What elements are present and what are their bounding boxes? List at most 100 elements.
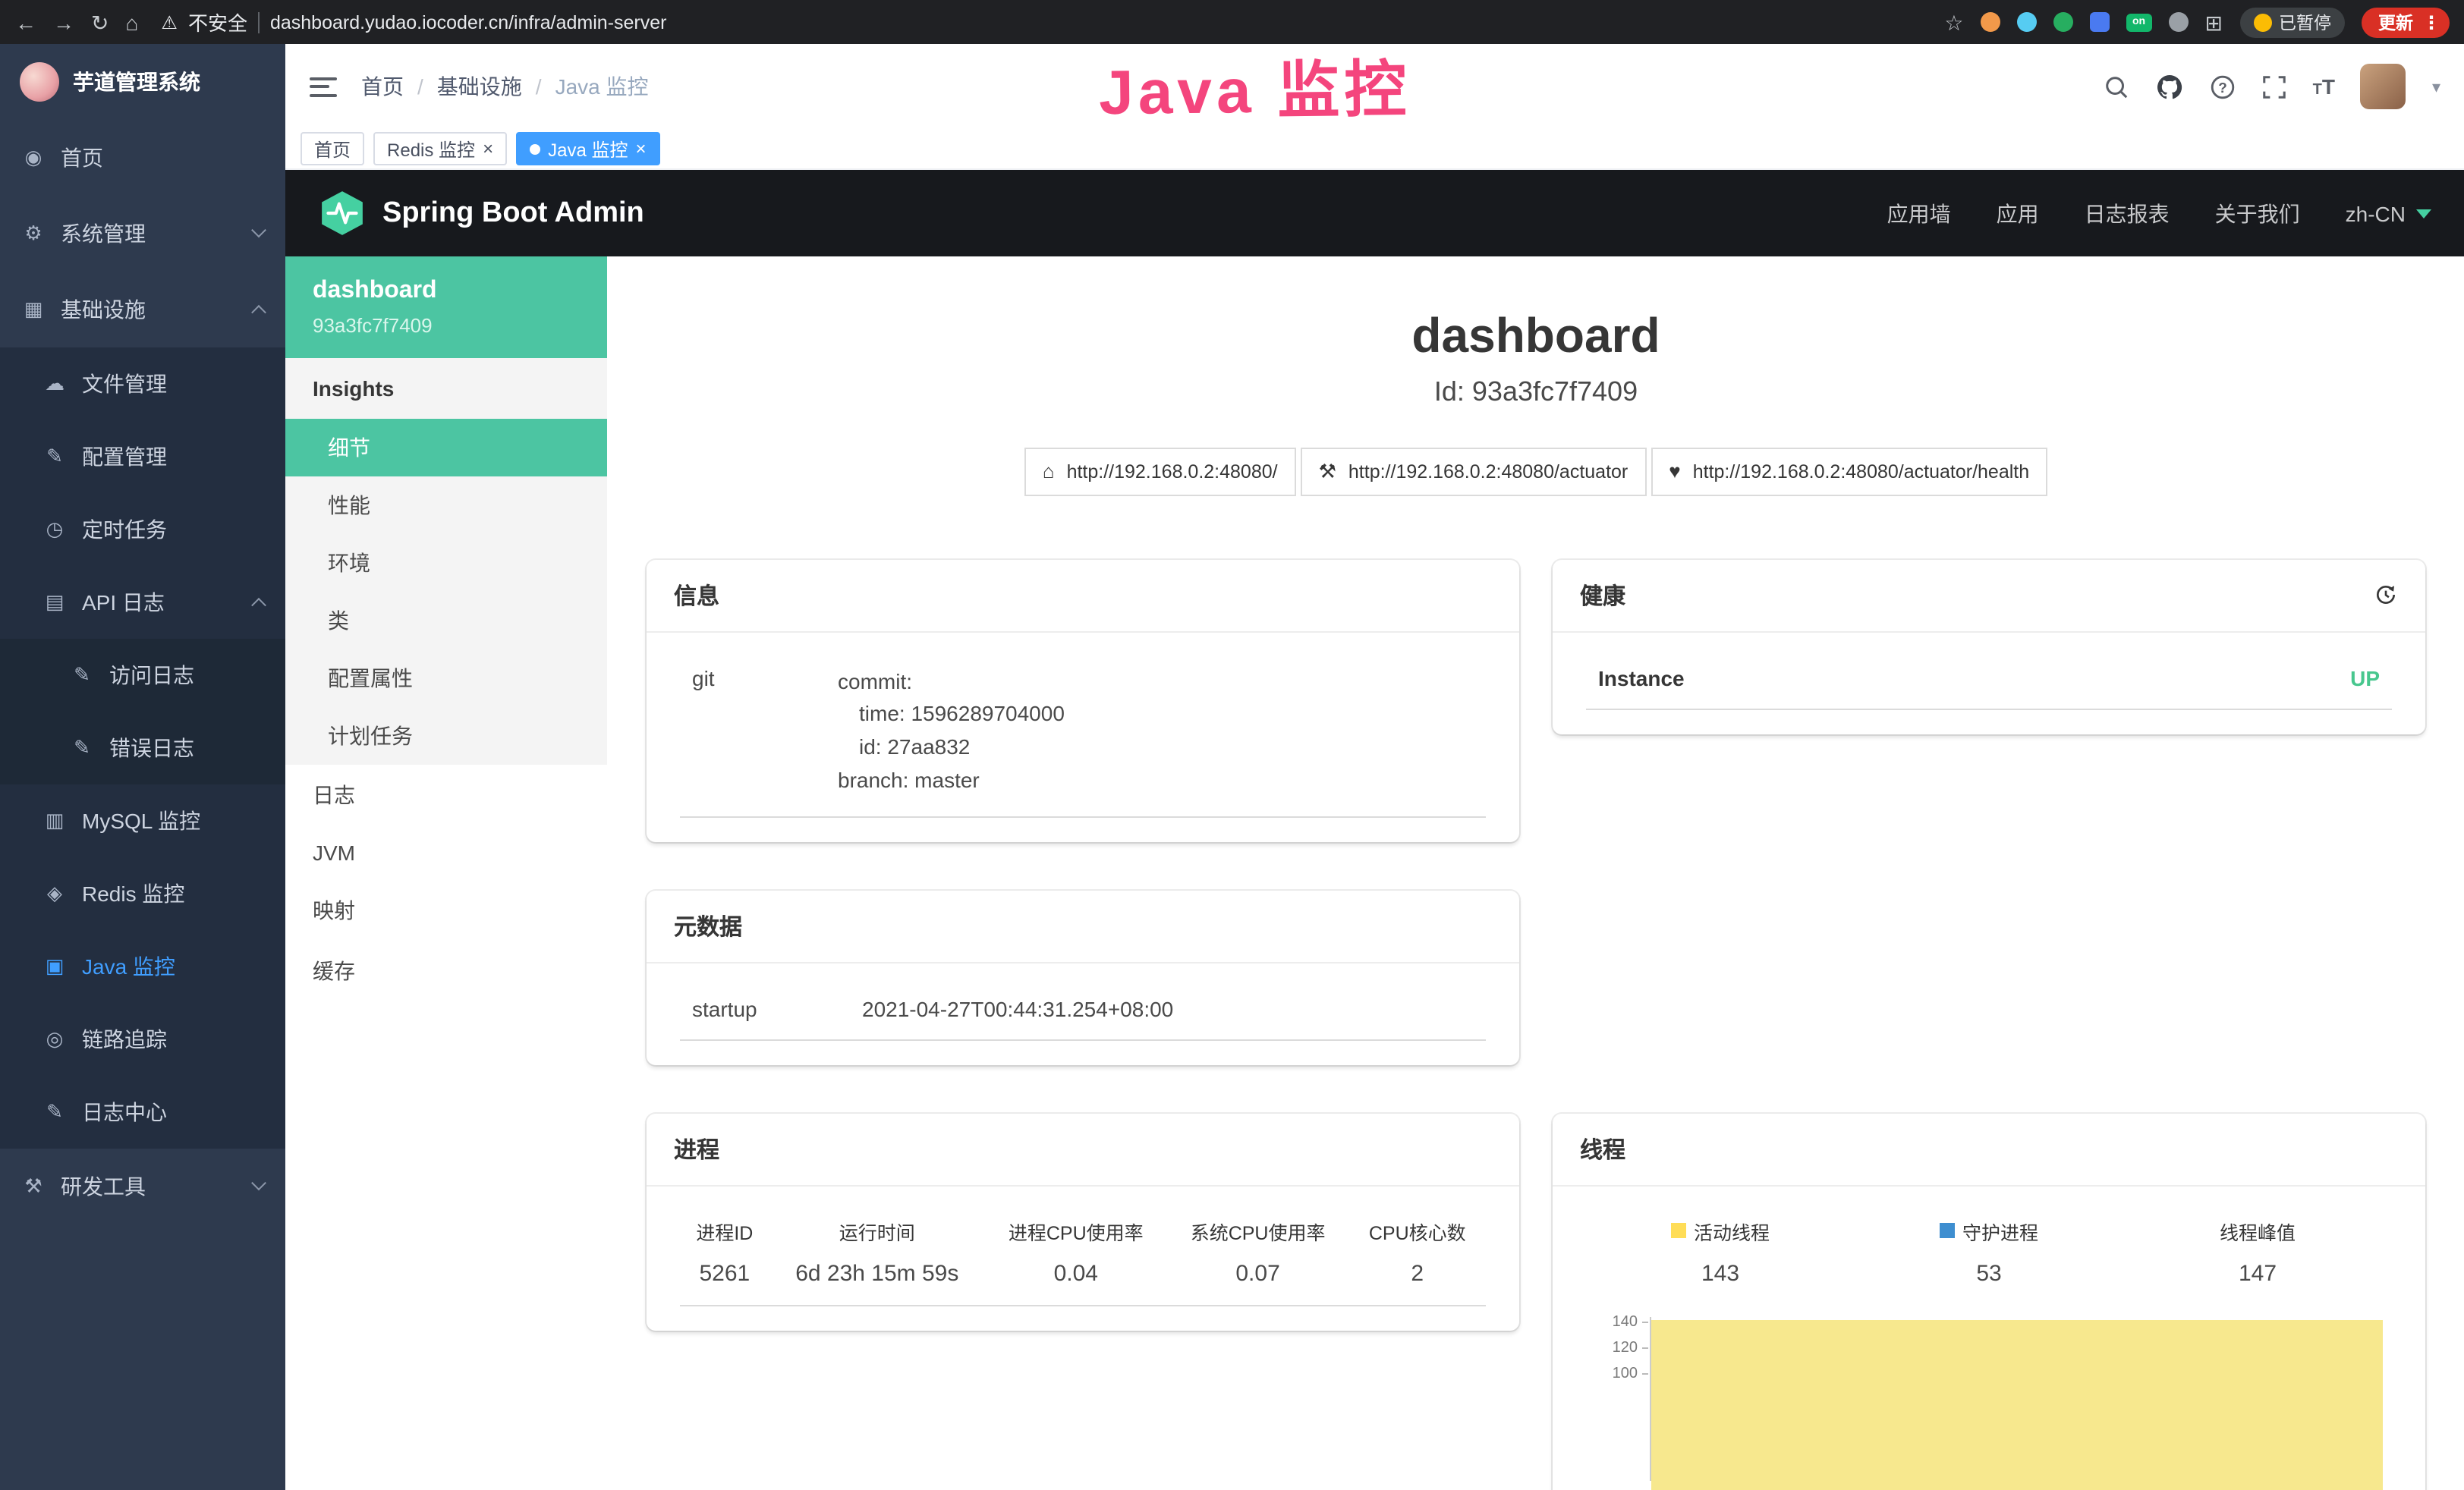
url-text[interactable]: dashboard.yudao.iocoder.cn/infra/admin-s…	[270, 11, 667, 33]
extension-icon-plug[interactable]	[2169, 12, 2189, 32]
sidebar-item-dev-tools[interactable]: ⚒ 研发工具	[0, 1149, 285, 1224]
reload-icon[interactable]: ↻	[91, 11, 109, 33]
tab-close-icon[interactable]: ×	[483, 140, 493, 158]
sba-menu-mappings[interactable]: 映射	[285, 880, 607, 941]
sba-nav-applications[interactable]: 应用	[1997, 198, 2039, 228]
sba-menu-environment[interactable]: 环境	[285, 534, 607, 592]
extension-icon-blue-drop[interactable]	[2017, 12, 2037, 32]
health-instance-row[interactable]: Instance UP	[1586, 660, 2392, 710]
avatar[interactable]	[2361, 64, 2406, 109]
health-url-link[interactable]: ♥ http://192.168.0.2:48080/actuator/heal…	[1651, 448, 2047, 496]
card-title: 信息	[674, 580, 719, 611]
sidebar-item-label: Redis 监控	[82, 879, 184, 909]
legend-live-threads: 活动线程 143	[1586, 1216, 1855, 1286]
instance-url-link[interactable]: ⌂ http://192.168.0.2:48080/	[1024, 448, 1296, 496]
instance-header[interactable]: dashboard 93a3fc7f7409	[285, 256, 607, 358]
info-key: git	[692, 666, 838, 798]
tab-java-monitor[interactable]: Java 监控 ×	[516, 132, 659, 165]
sba-brand-title[interactable]: Spring Boot Admin	[382, 196, 644, 230]
sidebar-item-redis-monitor[interactable]: ◈ Redis 监控	[0, 857, 285, 930]
axis-tickline	[1642, 1347, 1648, 1348]
metadata-value: 2021-04-27T00:44:31.254+08:00	[862, 996, 1474, 1020]
menu-dots-icon[interactable]: ⋮	[2422, 13, 2440, 31]
extensions-puzzle-icon[interactable]: ⊞	[2205, 11, 2223, 33]
redis-icon: ◈	[42, 882, 67, 906]
sba-nav-about[interactable]: 关于我们	[2215, 198, 2300, 228]
caret-down-icon[interactable]: ▾	[2432, 77, 2440, 96]
sidebar-item-api-logs[interactable]: ▤ API 日志	[0, 566, 285, 639]
update-button[interactable]: 更新 ⋮	[2362, 7, 2450, 37]
security-label[interactable]: 不安全	[188, 8, 247, 36]
sba-menu-logs[interactable]: 日志	[285, 765, 607, 825]
help-icon[interactable]: ?	[2210, 74, 2236, 99]
font-size-icon[interactable]: TT	[2313, 74, 2335, 99]
breadcrumb-home[interactable]: 首页	[361, 71, 404, 102]
app-logo[interactable]: 芋道管理系统	[0, 44, 285, 120]
sidebar-item-log-center[interactable]: ✎ 日志中心	[0, 1076, 285, 1149]
cloud-icon: ☁	[42, 372, 67, 396]
tab-redis-monitor[interactable]: Redis 监控 ×	[373, 132, 507, 165]
tab-close-icon[interactable]: ×	[635, 140, 646, 158]
sidebar-item-scheduled-tasks[interactable]: ◷ 定时任务	[0, 493, 285, 566]
legend-label: 活动线程	[1586, 1216, 1855, 1245]
sba-menu-jvm[interactable]: JVM	[285, 825, 607, 880]
language-selector[interactable]: zh-CN	[2346, 201, 2431, 225]
sidebar-item-file-management[interactable]: ☁ 文件管理	[0, 347, 285, 420]
extension-icon-orange[interactable]	[1981, 12, 2000, 32]
tab-home[interactable]: 首页	[301, 132, 364, 165]
git-commit-line: commit:	[838, 666, 1474, 699]
sba-nav-wallboard[interactable]: 应用墙	[1887, 198, 1951, 228]
paused-badge[interactable]: 已暂停	[2239, 7, 2345, 37]
sidebar-item-mysql-monitor[interactable]: ▥ MySQL 监控	[0, 784, 285, 857]
card-title: 健康	[1580, 580, 1625, 611]
sidebar-item-infrastructure[interactable]: ▦ 基础设施	[0, 272, 285, 347]
extension-icon-on-switch[interactable]: on	[2126, 13, 2152, 31]
metadata-row-startup: startup 2021-04-27T00:44:31.254+08:00	[680, 990, 1486, 1040]
sidebar-item-home[interactable]: ◉ 首页	[0, 120, 285, 196]
home-icon: ⌂	[1043, 461, 1055, 483]
extension-icon-grid[interactable]	[2090, 12, 2110, 32]
link-label: http://192.168.0.2:48080/	[1067, 461, 1278, 483]
sba-menu-classes[interactable]: 类	[285, 592, 607, 649]
fullscreen-icon[interactable]	[2261, 74, 2287, 99]
home-icon[interactable]: ⌂	[125, 11, 138, 33]
sba-nav-journal[interactable]: 日志报表	[2085, 198, 2170, 228]
sidebar-item-config-management[interactable]: ✎ 配置管理	[0, 420, 285, 493]
language-label: zh-CN	[2346, 201, 2406, 225]
sba-menu-caches[interactable]: 缓存	[285, 941, 607, 1001]
sidebar-item-error-logs[interactable]: ✎ 错误日志	[0, 712, 285, 784]
edit-icon: ✎	[70, 663, 94, 687]
sba-menu-scheduled-tasks[interactable]: 计划任务	[285, 707, 607, 765]
forward-icon[interactable]: →	[53, 11, 74, 33]
history-icon[interactable]	[2374, 583, 2398, 608]
document-icon: ▤	[42, 590, 67, 615]
back-icon[interactable]: ←	[15, 11, 36, 33]
address-bar[interactable]: ⚠ 不安全 dashboard.yudao.iocoder.cn/infra/a…	[161, 8, 666, 36]
sidebar-item-java-monitor[interactable]: ▣ Java 监控	[0, 930, 285, 1003]
health-instance-label: Instance	[1598, 666, 1685, 690]
sidebar-item-access-logs[interactable]: ✎ 访问日志	[0, 639, 285, 712]
hamburger-icon[interactable]	[310, 77, 337, 96]
legend-value: 143	[1586, 1260, 1855, 1286]
sba-menu-config-props[interactable]: 配置属性	[285, 649, 607, 707]
sba-menu-details[interactable]: 细节	[285, 419, 607, 476]
bookmark-star-icon[interactable]: ☆	[1944, 11, 1963, 33]
page-instance-id: Id: 93a3fc7f7409	[647, 376, 2425, 408]
process-cores: 2	[1349, 1254, 1487, 1305]
actuator-url-link[interactable]: ⚒ http://192.168.0.2:48080/actuator	[1301, 448, 1647, 496]
sidebar-item-system-management[interactable]: ⚙ 系统管理	[0, 196, 285, 272]
spring-boot-admin-logo-icon[interactable]	[319, 190, 366, 237]
sba-main: dashboard Id: 93a3fc7f7409 ⌂ http://192.…	[607, 256, 2464, 1490]
github-icon[interactable]	[2155, 72, 2184, 101]
breadcrumb-infrastructure[interactable]: 基础设施	[437, 71, 522, 102]
annotation-text: Java 监控	[1098, 38, 1411, 132]
search-icon[interactable]	[2104, 74, 2129, 99]
health-card-body: Instance UP	[1553, 633, 2425, 734]
sba-sidebar: dashboard 93a3fc7f7409 Insights 细节 性能 环境…	[285, 256, 607, 1490]
wrench-icon: ⚒	[1319, 460, 1336, 484]
sba-menu-performance[interactable]: 性能	[285, 476, 607, 534]
address-divider	[258, 11, 260, 33]
smiley-icon	[2253, 13, 2271, 31]
sidebar-item-trace[interactable]: ◎ 链路追踪	[0, 1003, 285, 1076]
extension-icon-green[interactable]	[2053, 12, 2073, 32]
